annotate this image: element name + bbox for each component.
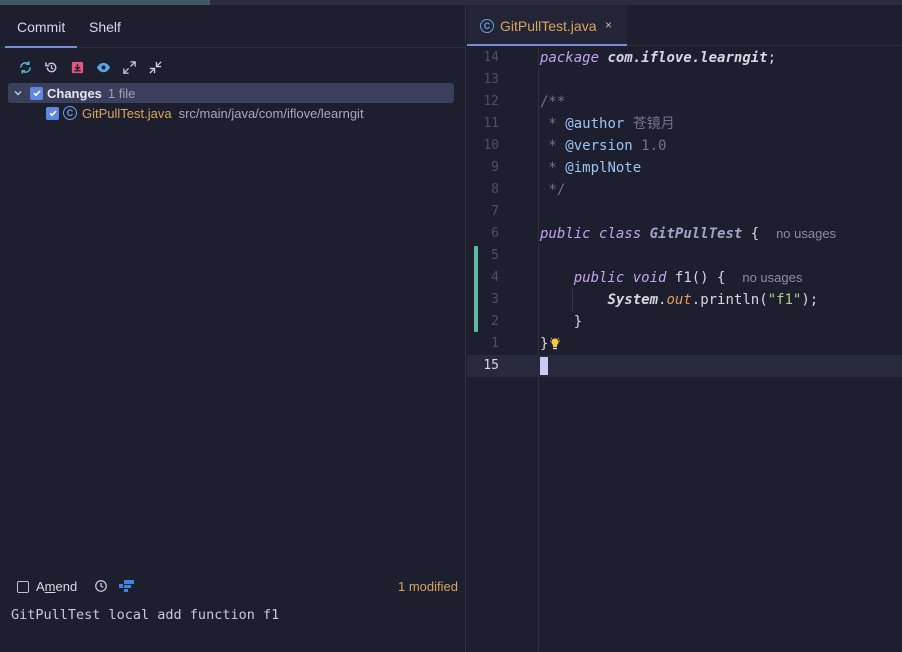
line-number: 13 — [483, 72, 499, 87]
line-number: 2 — [491, 314, 499, 329]
modified-status: 1 modified — [398, 579, 458, 594]
line-number: 9 — [491, 160, 499, 175]
code-text: public void f1() { no usages — [573, 270, 803, 286]
java-class-icon: C — [63, 106, 77, 120]
code-line[interactable]: 11 * @author 苍镜月 — [467, 113, 902, 135]
code-line[interactable]: 5 — [467, 245, 902, 267]
amend-mnemonic: m — [44, 579, 56, 594]
code-line[interactable]: 7 — [467, 201, 902, 223]
amend-checkbox[interactable] — [17, 581, 29, 593]
code-line[interactable]: 12 /** — [467, 91, 902, 113]
file-checkbox[interactable] — [46, 106, 59, 120]
java-class-icon: C — [480, 19, 494, 33]
code-line-current[interactable]: 15 — [467, 355, 902, 377]
line-number: 3 — [491, 292, 499, 307]
editor-tab-bar: C GitPullTest.java × — [467, 5, 902, 46]
no-usages-hint: no usages — [776, 226, 837, 241]
refresh-icon — [19, 60, 31, 74]
expand-all-button[interactable] — [118, 57, 140, 77]
changes-tree: Changes 1 file C GitPullTest.java src/ma… — [8, 83, 454, 123]
line-number: 12 — [483, 94, 499, 109]
editor-tab-gitpulltest[interactable]: C GitPullTest.java × — [467, 5, 627, 46]
code-line[interactable]: 13 — [467, 69, 902, 91]
text-caret — [540, 357, 548, 375]
amend-label-prefix: A — [36, 579, 45, 594]
changes-label: Changes — [47, 85, 102, 101]
code-line[interactable]: 9 * @implNote — [467, 157, 902, 179]
collapse-all-button[interactable] — [144, 57, 166, 77]
amend-label[interactable]: Amend — [36, 579, 77, 594]
active-tab-indicator — [5, 46, 77, 48]
code-line[interactable]: 8 */ — [467, 179, 902, 201]
code-text: * @version 1.0 — [540, 138, 667, 154]
commit-options-bar: Amend 1 modified — [0, 573, 466, 599]
code-line[interactable]: 14 package com.iflove.learngit; — [467, 47, 902, 69]
tab-commit[interactable]: Commit — [17, 19, 65, 35]
line-number: 15 — [483, 358, 499, 373]
no-usages-hint: no usages — [742, 270, 803, 285]
amend-label-suffix: end — [55, 579, 78, 594]
code-text: System.out.println("f1"); — [607, 292, 819, 308]
chevron-down-icon[interactable] — [10, 85, 26, 101]
rollback-button[interactable] — [40, 57, 62, 77]
code-text: */ — [540, 182, 566, 198]
code-text: * @implNote — [540, 160, 642, 176]
code-text: } — [573, 314, 583, 330]
line-number: 14 — [483, 50, 499, 65]
line-number: 4 — [491, 270, 499, 285]
rollback-icon — [44, 61, 56, 72]
code-text: package com.iflove.learngit; — [540, 50, 777, 66]
code-text: public class GitPullTest { no usages — [540, 226, 837, 242]
changed-file-path: src/main/java/com/iflove/learngit — [178, 105, 364, 121]
code-text: /** — [540, 94, 566, 110]
line-number: 10 — [483, 138, 499, 153]
refresh-button[interactable] — [14, 57, 36, 77]
line-number: 1 — [491, 336, 499, 351]
shelve-button[interactable] — [66, 57, 88, 77]
commit-tabs: Commit Shelf — [0, 5, 465, 48]
preview-eye-icon — [96, 62, 110, 72]
code-line[interactable]: 3 System.out.println("f1"); — [467, 289, 902, 311]
line-number: 6 — [491, 226, 499, 241]
line-number: 8 — [491, 182, 499, 197]
expand-all-icon — [122, 60, 136, 74]
changed-file-row[interactable]: C GitPullTest.java src/main/java/com/ifl… — [8, 103, 454, 123]
code-line[interactable]: 2 } — [467, 311, 902, 333]
tab-shelf[interactable]: Shelf — [89, 19, 121, 35]
code-line[interactable]: 6 public class GitPullTest { no usages — [467, 223, 902, 245]
commit-toolbar — [14, 57, 166, 77]
shelve-icon — [71, 61, 83, 73]
code-text: } — [540, 333, 561, 355]
commit-tool-window: Commit Shelf Changes 1 file C GitPullTes… — [0, 5, 466, 652]
collapse-all-icon — [148, 60, 162, 74]
code-editor: C GitPullTest.java × 14 package com.iflo… — [467, 5, 902, 652]
editor-tab-label: GitPullTest.java — [500, 18, 597, 34]
line-number: 11 — [483, 116, 499, 131]
changes-group-row[interactable]: Changes 1 file — [8, 83, 454, 103]
preview-diff-button[interactable] — [92, 57, 114, 77]
changed-file-name: GitPullTest.java — [82, 105, 172, 121]
changes-checkbox[interactable] — [30, 86, 43, 100]
code-line[interactable]: 4 public void f1() { no usages — [467, 267, 902, 289]
code-line[interactable]: 10 * @version 1.0 — [467, 135, 902, 157]
line-number: 7 — [491, 204, 499, 219]
commit-message-input[interactable]: GitPullTest local add function f1 — [11, 607, 279, 623]
code-text — [540, 355, 548, 377]
clock-icon[interactable] — [94, 579, 108, 593]
code-text: * @author 苍镜月 — [540, 116, 675, 132]
line-number: 5 — [491, 248, 499, 263]
code-line[interactable]: 1 } — [467, 333, 902, 355]
commit-template-icon[interactable] — [119, 579, 135, 593]
close-tab-icon[interactable]: × — [605, 18, 612, 32]
changes-count: 1 file — [107, 85, 136, 101]
lightbulb-icon[interactable] — [549, 337, 561, 351]
